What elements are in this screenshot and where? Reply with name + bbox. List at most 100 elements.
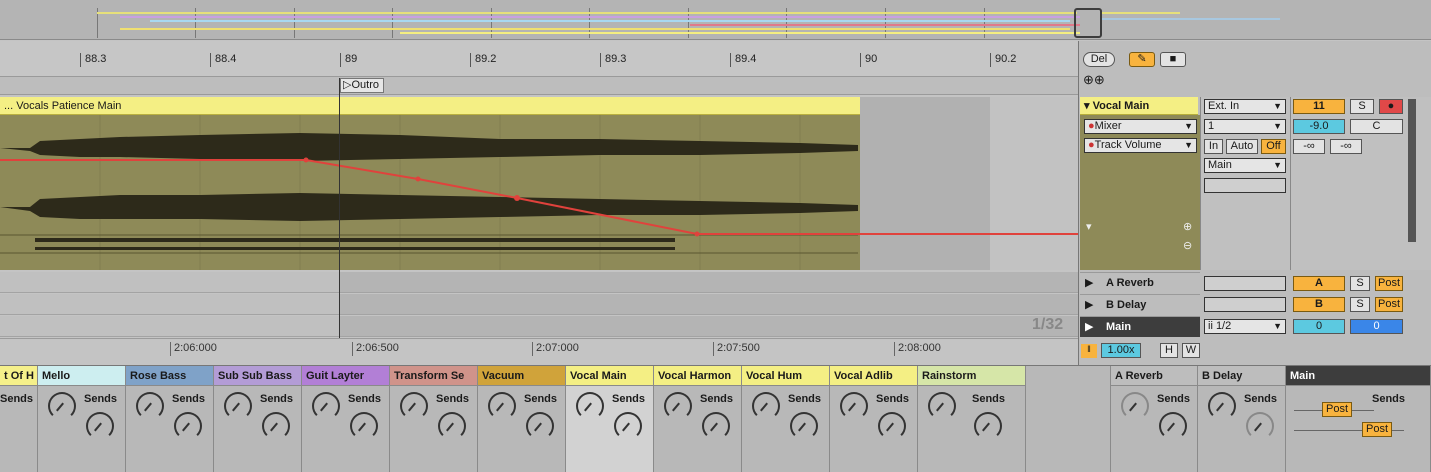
mixer-channel[interactable]: Rainstorm Sends (918, 366, 1026, 472)
monitor-in-button[interactable]: In (1204, 139, 1223, 154)
return-lane-a[interactable] (0, 272, 1078, 293)
track-header-main[interactable]: Main (1080, 316, 1200, 337)
mixer-channel[interactable]: Vocal Harmon Sends (654, 366, 742, 472)
main-volume-left[interactable]: 0 (1293, 319, 1345, 334)
channel-name[interactable]: Transform Se (390, 366, 477, 386)
play-circle-icon[interactable]: ▶ (1085, 276, 1093, 289)
send-b-knob[interactable] (86, 412, 114, 440)
send-b-knob[interactable] (974, 412, 1002, 440)
track-header-a-reverb[interactable]: A Reverb (1080, 272, 1200, 293)
automation-breakpoint[interactable] (303, 157, 309, 163)
lock-button[interactable]: ■ (1160, 52, 1186, 67)
post-a-button[interactable]: Post (1322, 402, 1352, 417)
monitor-off-button[interactable]: Off (1261, 139, 1286, 154)
delete-button[interactable]: Del (1083, 52, 1115, 67)
channel-name[interactable]: Vocal Main (566, 366, 653, 386)
mixer-channel[interactable]: Mello Sends (38, 366, 126, 472)
arrow-left-icon[interactable]: ⊕ (1083, 72, 1094, 87)
send-a-knob[interactable] (48, 392, 76, 420)
mixer-channel[interactable]: Rose Bass Sends (126, 366, 214, 472)
add-lane-icon[interactable]: ⊕ (1183, 220, 1192, 233)
track-header-b-delay[interactable]: B Delay (1080, 294, 1200, 315)
send-b-knob[interactable] (1159, 412, 1187, 440)
return-a-output[interactable] (1204, 276, 1286, 291)
mixer-channel[interactable]: Vocal Adlib Sends (830, 366, 918, 472)
return-b-post[interactable]: Post (1375, 297, 1403, 312)
send-a-knob[interactable] (488, 392, 516, 420)
send-a-knob[interactable] (312, 392, 340, 420)
automation-breakpoint[interactable] (415, 176, 421, 182)
play-circle-icon[interactable]: ▶ (1085, 298, 1093, 311)
time-ruler[interactable]: 2:06:000 2:06:500 2:07:000 2:07:500 2:08… (0, 338, 1078, 364)
return-a-solo[interactable]: S (1350, 276, 1370, 291)
mixer-return-b[interactable]: B Delay Sends (1198, 366, 1286, 472)
volume-field[interactable]: -9.0 (1293, 119, 1345, 134)
main-output-chooser[interactable]: ii 1/2 ▼ (1204, 319, 1286, 334)
mixer-channel[interactable]: Sub Sub Bass Sends (214, 366, 302, 472)
return-b-activator[interactable]: B (1293, 297, 1345, 312)
send-b-knob[interactable] (262, 412, 290, 440)
arrow-right-icon[interactable]: ⊕ (1094, 72, 1105, 87)
send-a-knob[interactable] (752, 392, 780, 420)
send-b-knob[interactable] (1246, 412, 1274, 440)
channel-name[interactable]: Rainstorm (918, 366, 1025, 386)
mixer-return-a[interactable]: A Reverb Sends (1110, 366, 1198, 472)
return-b-output[interactable] (1204, 297, 1286, 312)
arm-button[interactable]: ● (1379, 99, 1403, 114)
channel-name[interactable]: Vacuum (478, 366, 565, 386)
send-a-knob[interactable] (224, 392, 252, 420)
follow-icon[interactable]: ‖ (1081, 344, 1097, 358)
channel-name[interactable]: Vocal Hum (742, 366, 829, 386)
send-b-knob[interactable] (350, 412, 378, 440)
track-activator-button[interactable]: 11 (1293, 99, 1345, 114)
send-a-knob[interactable] (1208, 392, 1236, 420)
w-button[interactable]: W (1182, 343, 1200, 358)
play-circle-icon[interactable]: ▶ (1085, 320, 1093, 333)
monitor-auto-button[interactable]: Auto (1226, 139, 1258, 154)
return-a-post[interactable]: Post (1375, 276, 1403, 291)
output-chooser[interactable]: Main ▼ (1204, 158, 1286, 173)
channel-name[interactable]: Mello (38, 366, 125, 386)
draw-mode-button[interactable]: ✎ (1129, 52, 1155, 67)
beat-time-ruler[interactable]: 88.3 88.4 89 89.2 89.3 89.4 90 90.2 (0, 41, 1078, 77)
send-a-knob[interactable] (840, 392, 868, 420)
output-channel-chooser[interactable] (1204, 178, 1286, 193)
solo-button[interactable]: S (1350, 99, 1374, 114)
channel-name[interactable]: Rose Bass (126, 366, 213, 386)
channel-name[interactable]: Main (1286, 366, 1430, 386)
mixer-channel[interactable]: Vocal Hum Sends (742, 366, 830, 472)
channel-name[interactable]: Vocal Harmon (654, 366, 741, 386)
main-lane[interactable] (0, 316, 1078, 337)
channel-name[interactable]: Guit Layter (302, 366, 389, 386)
mixer-channel[interactable]: Transform Se Sends (390, 366, 478, 472)
parameter-chooser[interactable]: ●Track Volume ▼ (1084, 138, 1197, 153)
remove-lane-icon[interactable]: ⊖ (1183, 239, 1192, 252)
zoom-field[interactable]: 1.00x (1101, 343, 1141, 358)
input-channel-chooser[interactable]: 1 ▼ (1204, 119, 1286, 134)
channel-name[interactable]: A Reverb (1111, 366, 1197, 386)
peak-left[interactable]: -∞ (1293, 139, 1325, 154)
send-a-knob[interactable] (400, 392, 428, 420)
pan-field[interactable]: C (1350, 119, 1403, 134)
send-a-knob[interactable] (576, 392, 604, 420)
input-type-chooser[interactable]: Ext. In ▼ (1204, 99, 1286, 114)
send-a-knob[interactable] (928, 392, 956, 420)
nav-arrows[interactable]: ⊕⊕ (1083, 72, 1105, 88)
mixer-channel[interactable]: Guit Layter Sends (302, 366, 390, 472)
h-button[interactable]: H (1160, 343, 1178, 358)
mixer-channel[interactable]: Vacuum Sends (478, 366, 566, 472)
send-b-knob[interactable] (702, 412, 730, 440)
lane-fold-icon[interactable]: ▾ (1086, 220, 1092, 233)
return-a-activator[interactable]: A (1293, 276, 1345, 291)
main-volume-right[interactable]: 0 (1350, 319, 1403, 334)
return-lane-b[interactable] (0, 294, 1078, 315)
mixer-channel[interactable]: t Of H Sends (0, 366, 38, 472)
automation-breakpoint[interactable] (694, 231, 700, 237)
send-b-knob[interactable] (614, 412, 642, 440)
send-b-knob[interactable] (174, 412, 202, 440)
fold-icon[interactable]: ▾ (1084, 100, 1090, 112)
peak-right[interactable]: -∞ (1330, 139, 1362, 154)
send-b-knob[interactable] (790, 412, 818, 440)
channel-name[interactable]: Sub Sub Bass (214, 366, 301, 386)
return-b-solo[interactable]: S (1350, 297, 1370, 312)
